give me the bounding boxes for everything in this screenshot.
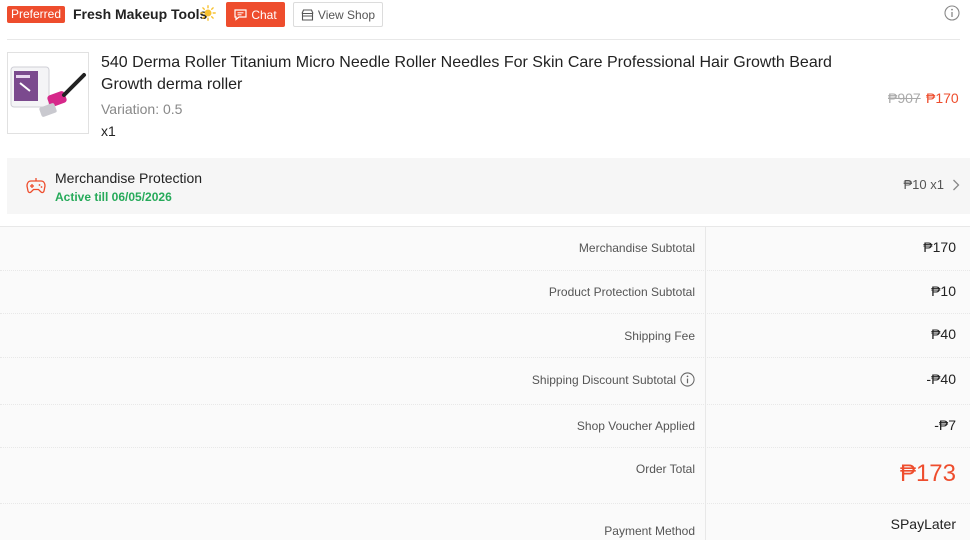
shop-voucher-label: Shop Voucher Applied <box>576 419 695 433</box>
protection-active-date: Active till 06/05/2026 <box>55 190 172 204</box>
product-image[interactable] <box>7 52 89 134</box>
protection-price: ₱10 x1 <box>903 177 944 192</box>
merchandise-subtotal-value: ₱170 <box>923 239 956 255</box>
shipping-fee-value: ₱40 <box>931 326 956 342</box>
order-total-row: Order Total ₱173 <box>0 448 970 504</box>
shop-voucher-row: Shop Voucher Applied -₱7 <box>0 405 970 448</box>
order-total-value: ₱173 <box>899 460 956 487</box>
view-shop-label: View Shop <box>317 7 376 22</box>
product-protection-subtotal-value: ₱10 <box>931 283 956 299</box>
protection-title: Merchandise Protection <box>55 170 203 186</box>
product-variation: Variation: 0.5 <box>101 101 183 117</box>
info-icon[interactable] <box>944 5 960 21</box>
order-total-label: Order Total <box>635 462 695 476</box>
order-summary: Merchandise Subtotal ₱170 Product Protec… <box>0 226 970 540</box>
view-shop-button[interactable]: View Shop <box>293 2 383 27</box>
sun-icon <box>200 5 216 21</box>
shipping-discount-value: -₱40 <box>926 371 956 387</box>
shop-header: Preferred Fresh Makeup Tools Chat View S… <box>0 0 970 40</box>
shipping-discount-row: Shipping Discount Subtotal -₱40 <box>0 358 970 405</box>
product-protection-subtotal-row: Product Protection Subtotal ₱10 <box>0 271 970 314</box>
chevron-right-icon[interactable] <box>951 178 961 192</box>
shipping-discount-label: Shipping Discount Subtotal <box>531 372 676 387</box>
chat-button[interactable]: Chat <box>226 2 285 27</box>
chat-label: Chat <box>251 7 277 22</box>
product-title[interactable]: 540 Derma Roller Titanium Micro Needle R… <box>101 52 841 96</box>
payment-method-row: Payment Method SPayLater <box>0 504 970 540</box>
product-protection-subtotal-label: Product Protection Subtotal <box>548 285 695 299</box>
shipping-discount-label-group: Shipping Discount Subtotal <box>532 372 695 387</box>
preferred-badge: Preferred <box>7 6 66 23</box>
shop-icon <box>301 8 314 21</box>
derma-roller-image <box>10 66 86 117</box>
gamepad-icon <box>26 178 46 194</box>
shipping-fee-label: Shipping Fee <box>624 329 695 343</box>
merchandise-subtotal-row: Merchandise Subtotal ₱170 <box>0 227 970 271</box>
shop-voucher-value: -₱7 <box>934 417 956 433</box>
chat-icon <box>234 8 247 21</box>
merchandise-subtotal-label: Merchandise Subtotal <box>578 241 695 255</box>
payment-method-value: SPayLater <box>890 516 956 532</box>
shipping-fee-row: Shipping Fee ₱40 <box>0 314 970 358</box>
product-quantity: x1 <box>101 123 116 139</box>
info-icon[interactable] <box>680 372 695 387</box>
payment-method-label: Payment Method <box>604 524 695 538</box>
shop-name[interactable]: Fresh Makeup Tools <box>73 5 207 23</box>
merchandise-protection-row[interactable]: Merchandise Protection Active till 06/05… <box>7 158 970 214</box>
header-divider <box>7 39 960 40</box>
original-price: ₱907 <box>888 90 921 106</box>
product-price: ₱170 <box>926 90 959 106</box>
